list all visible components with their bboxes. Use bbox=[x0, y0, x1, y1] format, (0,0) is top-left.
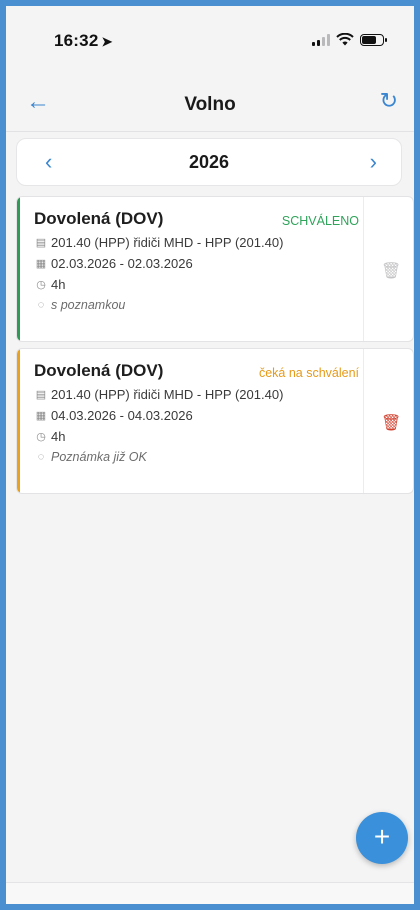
clock-text: 16:32 bbox=[54, 31, 99, 50]
location-arrow-icon: ➤ bbox=[101, 34, 113, 49]
hours-row: ◷ 4h bbox=[34, 429, 363, 444]
page-title: Volno bbox=[184, 94, 236, 115]
note-text: Poznámka již OK bbox=[51, 450, 147, 464]
note-row: ◌ s poznamkou bbox=[34, 298, 363, 312]
date-range-text: 04.03.2026 - 04.03.2026 bbox=[51, 408, 193, 423]
date-range-text: 02.03.2026 - 02.03.2026 bbox=[51, 256, 193, 271]
calendar-icon: ▦ bbox=[35, 410, 47, 422]
calendar-icon: ▦ bbox=[35, 258, 47, 270]
clock-icon: ◷ bbox=[36, 431, 46, 443]
status-bar: 16:32 ➤ bbox=[6, 6, 414, 76]
trash-icon[interactable]: 🗑 bbox=[381, 261, 401, 281]
card-body[interactable]: Dovolená (DOV) SCHVÁLENO ▤ 201.40 (HPP) … bbox=[17, 197, 363, 341]
comment-icon: ◌ bbox=[37, 451, 45, 463]
delete-action[interactable]: 🗑 bbox=[363, 349, 413, 493]
building-icon: ▤ bbox=[35, 389, 47, 401]
building-icon: ▤ bbox=[35, 237, 47, 249]
position-row: ▤ 201.40 (HPP) řidiči MHD - HPP (201.40) bbox=[34, 387, 363, 402]
leave-request-card[interactable]: Dovolená (DOV) SCHVÁLENO ▤ 201.40 (HPP) … bbox=[16, 196, 414, 342]
status-icons bbox=[312, 33, 387, 46]
position-text: 201.40 (HPP) řidiči MHD - HPP (201.40) bbox=[51, 235, 284, 250]
clock-icon: ◷ bbox=[36, 279, 46, 291]
date-row: ▦ 02.03.2026 - 02.03.2026 bbox=[34, 256, 363, 271]
wifi-icon bbox=[336, 33, 354, 46]
position-row: ▤ 201.40 (HPP) řidiči MHD - HPP (201.40) bbox=[34, 235, 363, 250]
date-row: ▦ 04.03.2026 - 04.03.2026 bbox=[34, 408, 363, 423]
status-badge: SCHVÁLENO bbox=[281, 214, 359, 228]
top-navbar: ← Volno ↻ bbox=[6, 76, 414, 132]
add-leave-button[interactable]: + bbox=[356, 812, 408, 864]
card-body[interactable]: Dovolená (DOV) čeká na schválení ▤ 201.4… bbox=[17, 349, 363, 493]
bottom-safe-area bbox=[6, 882, 414, 904]
refresh-icon[interactable]: ↻ bbox=[380, 88, 398, 114]
hours-text: 4h bbox=[51, 429, 66, 444]
battery-icon bbox=[360, 33, 387, 46]
note-row: ◌ Poznámka již OK bbox=[34, 450, 363, 464]
delete-action[interactable]: 🗑 bbox=[363, 197, 413, 341]
year-label: 2026 bbox=[188, 152, 230, 172]
status-badge: čeká na schválení bbox=[258, 366, 359, 380]
chevron-right-icon[interactable]: › bbox=[370, 149, 377, 175]
cellular-signal-icon bbox=[312, 33, 330, 46]
hours-row: ◷ 4h bbox=[34, 277, 363, 292]
year-selector: ‹ 2026 › bbox=[16, 138, 402, 186]
trash-icon[interactable]: 🗑 bbox=[381, 413, 401, 433]
status-time: 16:32 ➤ bbox=[54, 31, 113, 51]
position-text: 201.40 (HPP) řidiči MHD - HPP (201.40) bbox=[51, 387, 284, 402]
leave-request-card[interactable]: Dovolená (DOV) čeká na schválení ▤ 201.4… bbox=[16, 348, 414, 494]
comment-icon: ◌ bbox=[37, 299, 45, 311]
hours-text: 4h bbox=[51, 277, 66, 292]
note-text: s poznamkou bbox=[51, 298, 126, 312]
phone-screen: 16:32 ➤ ← Volno ↻ ‹ 2026 › Dovolená (DOV)… bbox=[6, 6, 414, 904]
